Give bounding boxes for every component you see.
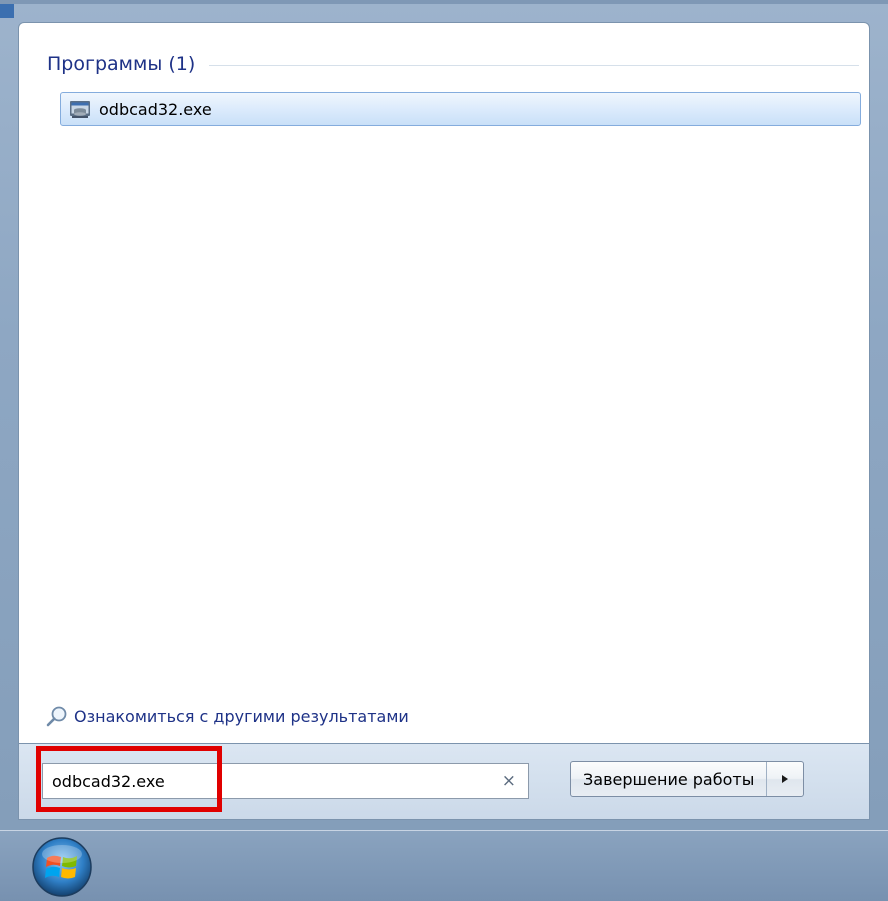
search-result-odbcad32[interactable]: odbcad32.exe [60,92,861,126]
see-more-results-link[interactable]: Ознакомиться с другими результатами [46,705,409,727]
clear-search-icon[interactable]: × [502,771,516,791]
start-search-box[interactable]: × [42,763,529,799]
triangle-right-icon [782,775,789,783]
taskbar [0,830,888,901]
shutdown-button[interactable]: Завершение работы [571,762,768,796]
programs-group-title: Программы (1) [47,53,196,75]
shutdown-button-group: Завершение работы [570,761,805,797]
group-header-divider [209,64,859,66]
search-magnifier-icon [46,706,67,727]
start-menu-frame: Программы (1) odbcad32.exe Ознакомиться … [0,0,888,830]
start-menu-bottom-bar: × Завершение работы [18,744,870,820]
search-results-pane: Программы (1) odbcad32.exe Ознакомиться … [18,22,870,744]
programs-group-header: Программы (1) [47,53,859,75]
search-result-label: odbcad32.exe [99,99,212,119]
shutdown-options-button[interactable] [767,762,803,796]
windows-start-orb-icon[interactable] [31,836,93,898]
odbc-admin-icon [70,101,90,118]
start-search-input[interactable] [43,765,474,797]
see-more-results-label: Ознакомиться с другими результатами [74,706,409,726]
